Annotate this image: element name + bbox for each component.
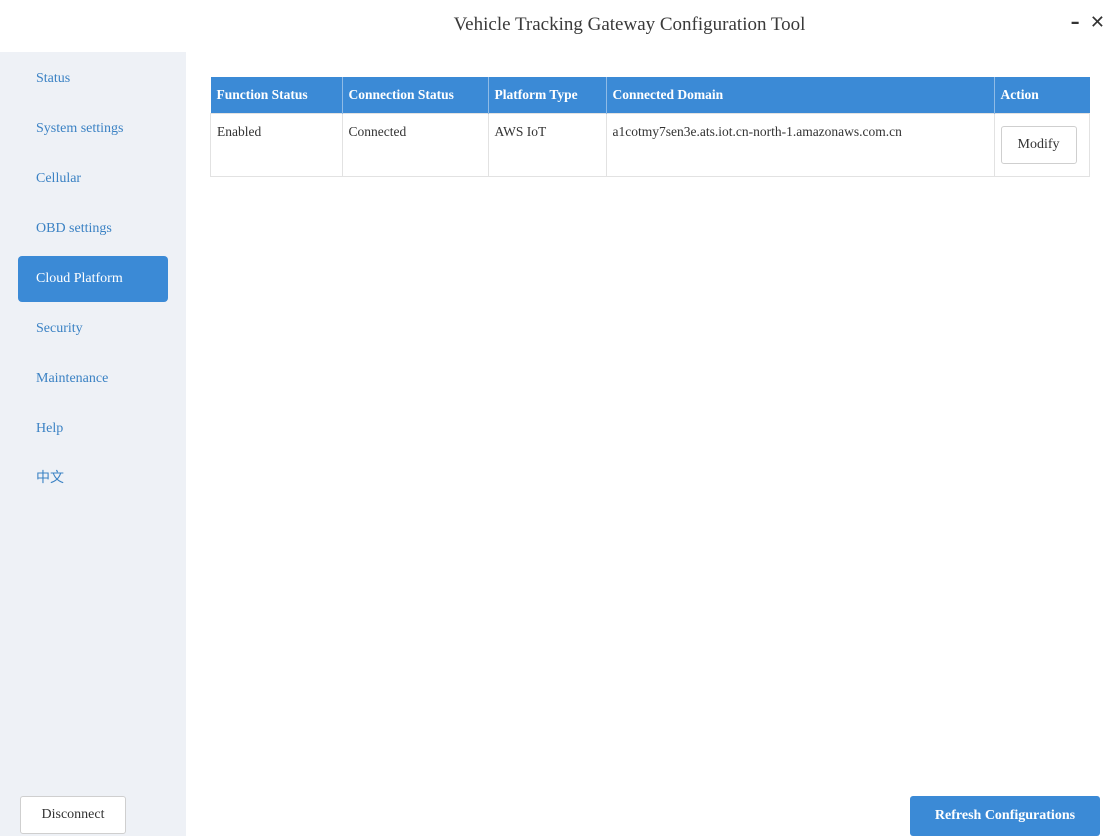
sidebar-item-status[interactable]: Status: [18, 56, 168, 102]
sidebar-item-help[interactable]: Help: [18, 406, 168, 452]
sidebar-item-language[interactable]: 中文: [18, 456, 168, 502]
column-header-connection-status: Connection Status: [342, 77, 489, 114]
column-header-action: Action: [994, 77, 1090, 114]
column-header-platform-type: Platform Type: [488, 77, 607, 114]
action-cell: Modify: [993, 113, 1090, 177]
connection-status-cell: Connected: [341, 113, 489, 177]
sidebar-item-security[interactable]: Security: [18, 306, 168, 352]
column-header-connected-domain: Connected Domain: [606, 77, 995, 114]
sidebar-item-cloud-platform[interactable]: Cloud Platform: [18, 256, 168, 302]
modify-button[interactable]: Modify: [1000, 126, 1077, 164]
window-title: Vehicle Tracking Gateway Configuration T…: [453, 14, 806, 35]
disconnect-button[interactable]: Disconnect: [20, 796, 126, 834]
app-window: Vehicle Tracking Gateway Configuration T…: [0, 0, 1109, 836]
connected-domain-cell: a1cotmy7sen3e.ats.iot.cn-north-1.amazona…: [605, 113, 995, 177]
close-icon[interactable]: ✕: [1090, 12, 1107, 33]
sidebar-item-maintenance[interactable]: Maintenance: [18, 356, 168, 402]
minimize-icon[interactable]: –: [1071, 12, 1082, 33]
sidebar-item-obd-settings[interactable]: OBD settings: [18, 206, 168, 252]
sidebar-item-cellular[interactable]: Cellular: [18, 156, 168, 202]
refresh-configurations-button[interactable]: Refresh Configurations: [910, 796, 1100, 836]
cloud-platform-table: Function Status Connection Status Platfo…: [210, 77, 1090, 177]
function-status-cell: Enabled: [210, 113, 343, 177]
sidebar: Status System settings Cellular OBD sett…: [0, 52, 186, 836]
window-controls: – ✕: [1071, 12, 1107, 33]
column-header-function-status: Function Status: [210, 77, 343, 114]
main-content: Function Status Connection Status Platfo…: [186, 52, 1109, 836]
sidebar-item-system-settings[interactable]: System settings: [18, 106, 168, 152]
table-header-row: Function Status Connection Status Platfo…: [210, 77, 1090, 114]
title-bar: Vehicle Tracking Gateway Configuration T…: [0, 0, 1109, 52]
table-row: Enabled Connected AWS IoT a1cotmy7sen3e.…: [210, 113, 1090, 177]
platform-type-cell: AWS IoT: [487, 113, 607, 177]
